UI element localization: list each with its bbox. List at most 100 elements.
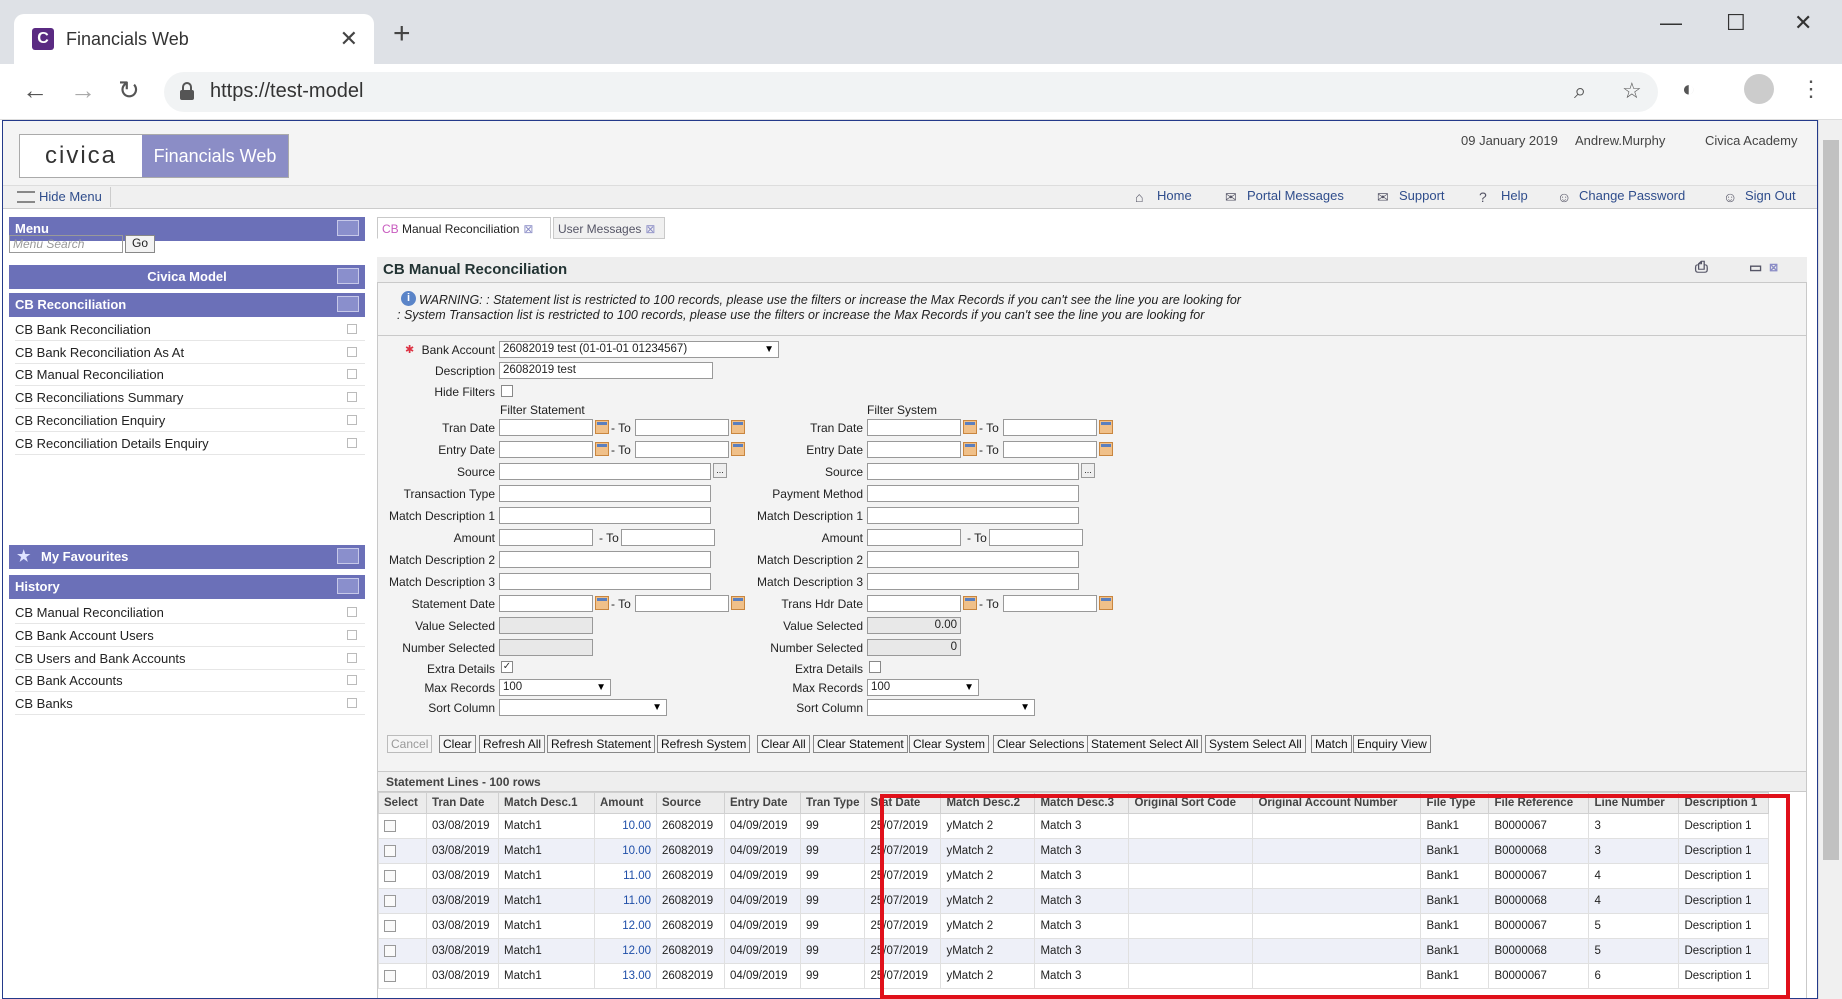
history-toggle-button[interactable]: [337, 578, 359, 594]
col-header[interactable]: Entry Date: [724, 792, 801, 814]
history-item[interactable]: CB Bank Accounts: [15, 670, 365, 692]
stmt-sort-column-select[interactable]: ▼: [499, 699, 667, 716]
table-row[interactable]: 03/08/2019 Match1 13.00 26082019 04/09/2019 9…: [378, 963, 1770, 989]
back-icon[interactable]: ←: [22, 76, 48, 104]
refresh-system-button[interactable]: Refresh System: [657, 735, 751, 753]
col-header[interactable]: Amount: [594, 792, 657, 814]
calendar-icon[interactable]: [731, 596, 745, 610]
stmt-entry-date-to[interactable]: [635, 441, 729, 458]
table-row[interactable]: 03/08/2019 Match1 10.00 26082019 04/09/2019 9…: [378, 838, 1770, 864]
popout-icon[interactable]: [347, 438, 357, 448]
sys-entry-date-to[interactable]: [1003, 441, 1097, 458]
stmt-max-records-select[interactable]: 100 ▼: [499, 679, 611, 696]
zoom-icon[interactable]: ⌕: [1574, 78, 1586, 104]
calendar-icon[interactable]: [1099, 420, 1113, 434]
col-header[interactable]: Original Account Number: [1252, 792, 1422, 814]
popout-icon[interactable]: [347, 653, 357, 663]
col-header[interactable]: Match Desc.1: [498, 792, 595, 814]
page-scrollbar[interactable]: [1818, 120, 1842, 999]
profile-avatar[interactable]: [1744, 74, 1774, 104]
select-cell[interactable]: [378, 888, 427, 914]
new-tab-icon[interactable]: +: [393, 19, 411, 49]
calendar-icon[interactable]: [731, 442, 745, 456]
clear-statement-button[interactable]: Clear Statement: [813, 735, 908, 753]
hide-menu-button[interactable]: Hide Menu: [11, 187, 111, 207]
select-cell[interactable]: [378, 838, 427, 864]
system-select-all-button[interactable]: System Select All: [1205, 735, 1306, 753]
refresh-all-button[interactable]: Refresh All: [479, 735, 546, 753]
stmt-amount-from[interactable]: [499, 529, 593, 546]
col-header[interactable]: Stat Date: [864, 792, 942, 814]
description-field[interactable]: 26082019 test: [499, 362, 713, 379]
reload-icon[interactable]: ↻: [118, 76, 140, 104]
sys-extra-details-checkbox[interactable]: [869, 661, 881, 673]
cb-reconciliation-header[interactable]: CB Reconciliation: [9, 293, 365, 317]
sys-tran-date-to[interactable]: [1003, 419, 1097, 436]
clear-system-button[interactable]: Clear System: [909, 735, 990, 753]
sys-match-desc-1-field[interactable]: [867, 507, 1079, 524]
close-tab-icon[interactable]: ⊠: [645, 222, 655, 236]
popout-icon[interactable]: [347, 415, 357, 425]
col-header[interactable]: Description 1: [1678, 792, 1770, 814]
history-header[interactable]: History: [9, 575, 365, 599]
menu-pin-button[interactable]: [337, 220, 359, 236]
statement-select-all-button[interactable]: Statement Select All: [1087, 735, 1203, 753]
menu-search-go-button[interactable]: Go: [125, 235, 155, 253]
sidebar-item-bank-reconciliation[interactable]: CB Bank Reconciliation: [15, 319, 365, 341]
col-header[interactable]: Match Desc.3: [1034, 792, 1130, 814]
stmt-match-desc-2-field[interactable]: [499, 551, 711, 568]
col-header[interactable]: Tran Type: [799, 792, 866, 814]
my-favourites-header[interactable]: ★ My Favourites: [9, 545, 365, 569]
stmt-tran-date-from[interactable]: [499, 419, 593, 436]
col-header[interactable]: File Reference: [1488, 792, 1590, 814]
stmt-entry-date-from[interactable]: [499, 441, 593, 458]
trans-hdr-date-from[interactable]: [867, 595, 961, 612]
sys-amount-from[interactable]: [867, 529, 961, 546]
clear-selections-button[interactable]: Clear Selections: [993, 735, 1089, 753]
tab-user-messages[interactable]: User Messages ⊠: [553, 217, 665, 239]
stmt-match-desc-1-field[interactable]: [499, 507, 711, 524]
cancel-button[interactable]: Cancel: [387, 735, 433, 753]
col-header[interactable]: Tran Date: [426, 792, 499, 814]
popout-icon[interactable]: [347, 369, 357, 379]
row-select-checkbox[interactable]: [384, 869, 396, 882]
popout-icon[interactable]: [347, 347, 357, 357]
calendar-icon[interactable]: [595, 442, 609, 456]
stmt-extra-details-checkbox[interactable]: ✓: [501, 661, 513, 673]
sys-match-desc-2-field[interactable]: [867, 551, 1079, 568]
group-toggle-button[interactable]: [337, 268, 359, 284]
scroll-thumb[interactable]: [1823, 140, 1839, 860]
select-cell[interactable]: [378, 813, 427, 839]
close-tab-icon[interactable]: ⊠: [523, 222, 533, 236]
civica-model-header[interactable]: Civica Model: [9, 265, 365, 289]
sys-tran-date-from[interactable]: [867, 419, 961, 436]
sidebar-item-reconciliation-details-enquiry[interactable]: CB Reconciliation Details Enquiry: [15, 433, 365, 455]
calendar-icon[interactable]: [963, 596, 977, 610]
minimize-icon[interactable]: —: [1660, 10, 1682, 36]
favourites-toggle-button[interactable]: [337, 548, 359, 564]
select-cell[interactable]: [378, 938, 427, 964]
help-link[interactable]: ? Help: [1479, 188, 1528, 205]
sign-out-link[interactable]: ☺ Sign Out: [1723, 188, 1796, 205]
col-header[interactable]: Source: [656, 792, 725, 814]
sidebar-item-manual-reconciliation[interactable]: CB Manual Reconciliation: [15, 364, 365, 386]
window-icon[interactable]: ▭: [1749, 259, 1762, 276]
sys-source-field[interactable]: [867, 463, 1079, 480]
row-select-checkbox[interactable]: [384, 969, 396, 982]
select-cell[interactable]: [378, 863, 427, 889]
payment-method-field[interactable]: [867, 485, 1079, 502]
table-row[interactable]: 03/08/2019 Match1 12.00 26082019 04/09/2019 9…: [378, 938, 1770, 964]
calendar-icon[interactable]: [595, 596, 609, 610]
browser-menu-icon[interactable]: ⋮: [1800, 74, 1822, 104]
trans-hdr-date-to[interactable]: [1003, 595, 1097, 612]
popout-icon[interactable]: [347, 607, 357, 617]
row-select-checkbox[interactable]: [384, 844, 396, 857]
close-tab-icon[interactable]: ✕: [340, 26, 358, 52]
match-button[interactable]: Match: [1311, 735, 1352, 753]
calendar-icon[interactable]: [963, 420, 977, 434]
clear-all-button[interactable]: Clear All: [757, 735, 810, 753]
popout-icon[interactable]: [347, 630, 357, 640]
popout-icon[interactable]: [347, 698, 357, 708]
table-row[interactable]: 03/08/2019 Match1 10.00 26082019 04/09/2019 9…: [378, 813, 1770, 839]
stmt-amount-to[interactable]: [621, 529, 715, 546]
